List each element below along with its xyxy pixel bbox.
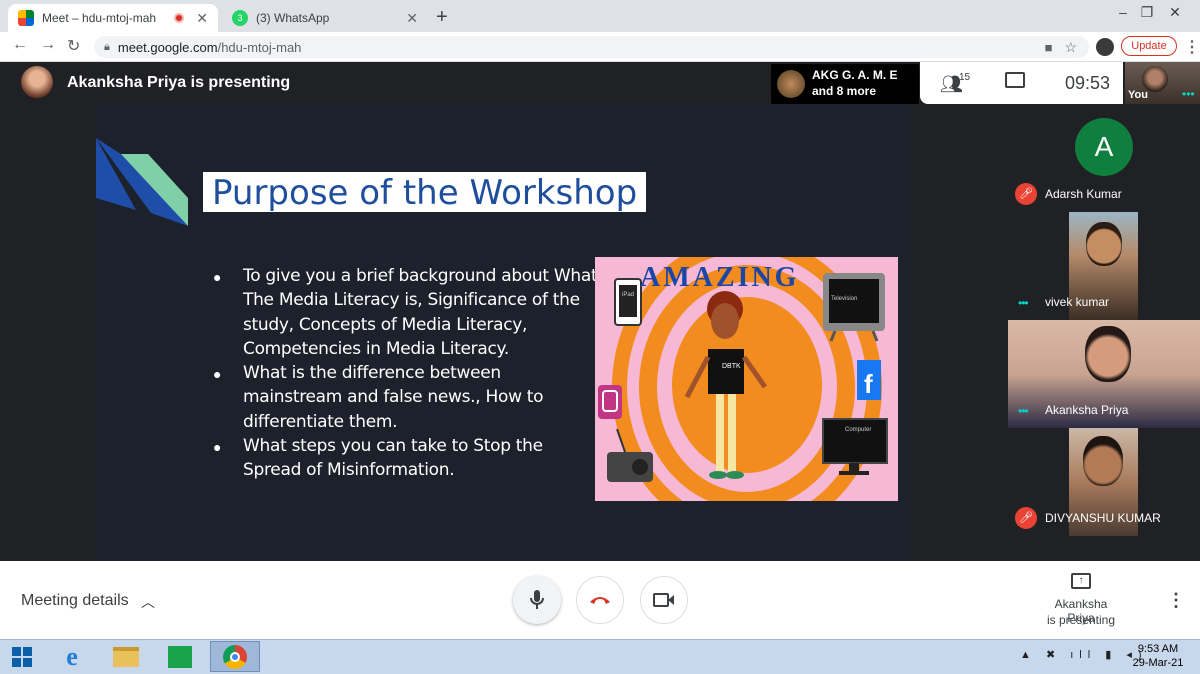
file-explorer-icon[interactable] <box>106 641 146 672</box>
taskbar-date: 29-Mar-21 <box>1132 657 1184 669</box>
windows-logo-icon <box>12 646 32 667</box>
participant-video-face <box>1086 222 1122 266</box>
hang-up-icon <box>590 597 610 604</box>
chevron-up-icon[interactable]: ︿ <box>141 592 155 612</box>
tab-whatsapp[interactable]: 3 (3) WhatsApp ✕ <box>222 4 428 32</box>
url-path: /hdu-mtoj-mah <box>217 39 302 55</box>
more-options-icon[interactable]: ⋮ <box>1167 590 1185 611</box>
close-window-icon[interactable]: ✕ <box>1160 4 1190 21</box>
speaking-indicator-icon: ••• <box>1018 404 1029 418</box>
presenting-status-line2: is presenting <box>1046 613 1116 627</box>
illustration-heading: AMAZING <box>640 262 800 293</box>
participant-name: DIVYANSHU KUMAR <box>1045 511 1161 525</box>
group-name: AKG G. A. M. E <box>812 68 898 82</box>
presenting-title: Akanksha Priya is presenting <box>67 74 291 91</box>
new-tab-icon[interactable]: + <box>436 6 448 29</box>
chrome-taskbar-icon[interactable] <box>210 641 260 672</box>
store-shape <box>168 645 192 668</box>
tab-meet[interactable]: Meet – hdu-mtoj-mah ✕ <box>8 4 218 32</box>
close-tab-icon[interactable]: ✕ <box>196 10 208 27</box>
slide-title: Purpose of the Workshop <box>212 173 638 213</box>
store-icon[interactable] <box>160 641 200 672</box>
participant-name: Akanksha Priya <box>1045 403 1129 417</box>
chrome-logo-icon <box>223 644 247 669</box>
url-host: meet.google.com <box>117 39 218 55</box>
camera-button[interactable] <box>640 576 688 624</box>
bullet-dot: ● <box>213 439 222 455</box>
bookmark-star-icon[interactable]: ☆ <box>1064 39 1077 56</box>
leave-call-button[interactable] <box>576 576 624 624</box>
mic-off-icon: 🎤︎ <box>1015 183 1037 205</box>
slide-decoration-shape <box>96 138 188 226</box>
bullet-line: differentiate them. <box>243 411 398 432</box>
reload-icon[interactable]: ↻ <box>67 36 80 56</box>
svg-text:f: f <box>864 369 873 399</box>
bullet-2: What is the difference between mainstrea… <box>243 361 544 434</box>
recording-indicator-icon <box>174 13 185 23</box>
speaking-indicator-icon: ••• <box>1018 296 1029 310</box>
tab-title: (3) WhatsApp <box>256 11 330 25</box>
presenter-avatar <box>21 66 53 98</box>
profile-avatar[interactable] <box>1096 38 1114 56</box>
mic-off-icon: 🎤︎ <box>1015 507 1037 529</box>
browser-menu-icon[interactable]: ⋮ <box>1184 37 1200 57</box>
start-button[interactable] <box>2 641 42 672</box>
bullet-line: The Media Literacy is, Significance of t… <box>243 290 580 311</box>
close-tab-icon[interactable]: ✕ <box>406 10 418 27</box>
bullet-line: To give you a brief background about Wha… <box>243 266 598 286</box>
address-bar[interactable]: 🔒︎ meet.google.com/hdu-mtoj-mah ■ ☆ <box>94 36 1089 58</box>
internet-explorer-icon[interactable]: e <box>52 641 92 672</box>
people-count: 15 <box>959 72 971 83</box>
computer-label: Computer <box>845 427 872 433</box>
self-label: You <box>1128 89 1148 101</box>
meeting-details-button[interactable]: Meeting details <box>21 592 129 610</box>
participant-avatar: A <box>1075 118 1133 176</box>
update-button[interactable]: Update <box>1121 36 1177 56</box>
participant-name: vivek kumar <box>1045 295 1110 309</box>
whatsapp-icon: 3 <box>232 10 248 26</box>
microphone-button[interactable] <box>513 576 561 624</box>
restore-icon[interactable]: ❐ <box>1132 4 1162 21</box>
bullet-line: study, Concepts of Media Literacy, <box>243 314 528 335</box>
speaking-indicator-icon: ••• <box>1182 87 1195 101</box>
bullet-1: To give you a brief background about Wha… <box>243 264 598 361</box>
forward-icon[interactable]: → <box>40 36 56 54</box>
tab-title: Meet – hdu-mtoj-mah <box>42 11 157 25</box>
bullet-dot: ● <box>213 366 222 382</box>
tv-label: Television <box>831 296 858 302</box>
bullet-line: Competencies in Media Literacy. <box>243 338 509 359</box>
bullet-dot: ● <box>213 269 222 285</box>
participant-name: Adarsh Kumar <box>1045 187 1122 201</box>
google-meet-icon <box>18 10 34 26</box>
participant-video-face <box>1085 326 1131 382</box>
camera-blocked-icon[interactable]: ■ <box>1045 40 1053 55</box>
bullet-line: mainstream and false news., How to <box>243 387 544 408</box>
taskbar-time: 9:53 AM <box>1137 643 1179 655</box>
bullet-line: Spread of Misinformation. <box>243 460 455 481</box>
participant-video-face <box>1083 436 1123 486</box>
group-more: and 8 more <box>812 84 877 98</box>
microphone-icon <box>530 590 544 609</box>
phone-label: iPad <box>622 292 635 298</box>
lock-icon: 🔒︎ <box>104 40 110 53</box>
bullet-3: What steps you can take to Stop the Spre… <box>243 434 543 483</box>
bullet-line: What steps you can take to Stop the <box>243 436 543 456</box>
folder-shape <box>113 646 139 667</box>
video-camera-icon <box>653 593 674 607</box>
shirt-text: DBTK <box>722 363 741 370</box>
back-icon[interactable]: ← <box>12 36 28 54</box>
group-avatar <box>777 70 805 98</box>
meeting-clock: 09:53 <box>1065 73 1111 93</box>
bullet-line: What is the difference between <box>243 363 501 383</box>
present-screen-icon[interactable]: ↑ <box>1071 573 1091 589</box>
chat-icon[interactable] <box>1005 72 1025 88</box>
